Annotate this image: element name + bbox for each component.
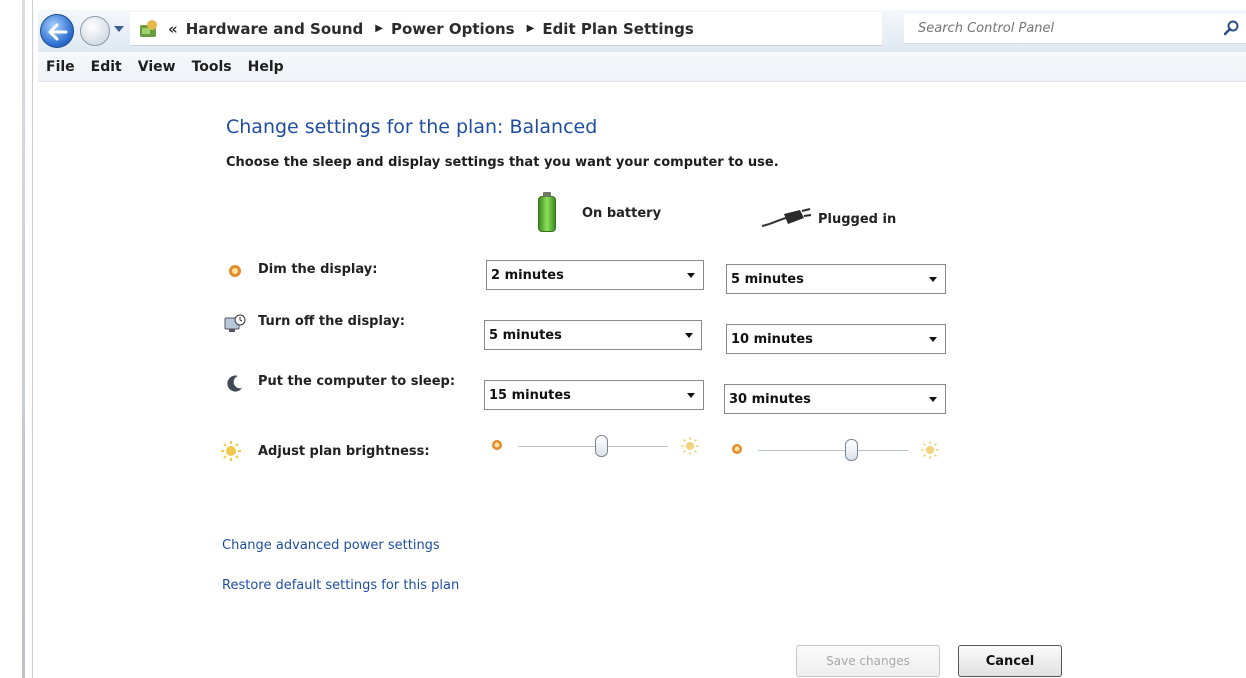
brightness-high-icon — [921, 441, 939, 459]
menu-file[interactable]: File — [38, 59, 83, 75]
window-left-border — [22, 0, 25, 678]
dropdown-arrow-icon — [929, 397, 937, 402]
page-title: Change settings for the plan: Balanced — [226, 116, 598, 138]
battery-icon — [538, 192, 556, 232]
back-button[interactable] — [40, 14, 74, 48]
brightness-low-icon — [492, 440, 502, 450]
sleep-battery-select[interactable]: 15 minutes — [484, 380, 704, 410]
selected-value: 5 minutes — [489, 327, 562, 343]
turn-off-display-battery-select[interactable]: 5 minutes — [484, 320, 702, 350]
restore-default-settings-link[interactable]: Restore default settings for this plan — [222, 578, 459, 593]
breadcrumb-power-options[interactable]: Power Options — [391, 20, 515, 38]
forward-button[interactable] — [80, 16, 110, 46]
dim-display-plugged-select[interactable]: 5 minutes — [726, 264, 946, 294]
sleep-plugged-select[interactable]: 30 minutes — [724, 384, 946, 414]
search-box[interactable] — [904, 14, 1246, 44]
row-label-brightness: Adjust plan brightness: — [258, 444, 430, 459]
breadcrumb-overflow[interactable]: « — [168, 20, 178, 38]
column-header-plugged-in: Plugged in — [818, 212, 897, 227]
dropdown-arrow-icon — [685, 333, 693, 338]
recent-pages-dropdown[interactable] — [114, 26, 124, 32]
selected-value: 15 minutes — [489, 387, 571, 403]
navigation-bar: « Hardware and Sound ▶ Power Options ▶ E… — [38, 10, 1246, 52]
slider-track — [518, 446, 668, 447]
breadcrumb-edit-plan-settings[interactable]: Edit Plan Settings — [542, 20, 693, 38]
dropdown-arrow-icon — [687, 393, 695, 398]
slider-thumb[interactable] — [594, 435, 608, 457]
search-input[interactable] — [904, 20, 1194, 37]
selected-value: 5 minutes — [731, 271, 804, 287]
row-label-turn-off-display: Turn off the display: — [258, 314, 405, 329]
cancel-button[interactable]: Cancel — [958, 645, 1062, 677]
chevron-right-icon[interactable]: ▶ — [527, 23, 535, 34]
turn-off-display-plugged-select[interactable]: 10 minutes — [726, 324, 946, 354]
address-bar[interactable]: « Hardware and Sound ▶ Power Options ▶ E… — [130, 12, 977, 46]
dropdown-arrow-icon — [929, 337, 937, 342]
brightness-high-icon — [681, 437, 699, 455]
brightness-sun-icon — [221, 441, 241, 461]
menu-bar: File Edit View Tools Help — [38, 52, 1246, 82]
change-advanced-power-settings-link[interactable]: Change advanced power settings — [222, 538, 440, 553]
column-header-on-battery: On battery — [582, 206, 662, 221]
turn-off-display-icon — [224, 314, 246, 332]
selected-value: 30 minutes — [729, 391, 811, 407]
power-plug-icon — [761, 208, 812, 227]
page-subtitle: Choose the sleep and display settings th… — [226, 155, 779, 170]
breadcrumb-hardware-and-sound[interactable]: Hardware and Sound — [186, 20, 364, 38]
dim-display-icon — [229, 265, 241, 277]
dim-display-battery-select[interactable]: 2 minutes — [486, 260, 704, 290]
row-label-dim-display: Dim the display: — [258, 262, 378, 277]
selected-value: 2 minutes — [491, 267, 564, 283]
control-panel-icon — [138, 19, 160, 39]
brightness-low-icon — [732, 444, 742, 454]
row-label-sleep: Put the computer to sleep: — [258, 374, 456, 389]
chevron-right-icon[interactable]: ▶ — [375, 23, 383, 34]
menu-view[interactable]: View — [130, 59, 184, 75]
slider-thumb[interactable] — [845, 439, 858, 461]
selected-value: 10 minutes — [731, 331, 813, 347]
save-changes-button[interactable]: Save changes — [796, 645, 940, 677]
menu-edit[interactable]: Edit — [83, 59, 130, 75]
menu-help[interactable]: Help — [240, 59, 292, 75]
search-icon[interactable] — [1224, 20, 1240, 36]
back-arrow-icon — [48, 23, 68, 41]
sleep-moon-icon — [227, 375, 242, 392]
menu-tools[interactable]: Tools — [184, 59, 240, 75]
slider-track — [758, 450, 908, 451]
brightness-plugged-slider[interactable] — [730, 436, 946, 466]
dropdown-arrow-icon — [687, 273, 695, 278]
dropdown-arrow-icon — [929, 277, 937, 282]
brightness-battery-slider[interactable] — [490, 432, 706, 462]
window-left-divider — [32, 0, 33, 678]
